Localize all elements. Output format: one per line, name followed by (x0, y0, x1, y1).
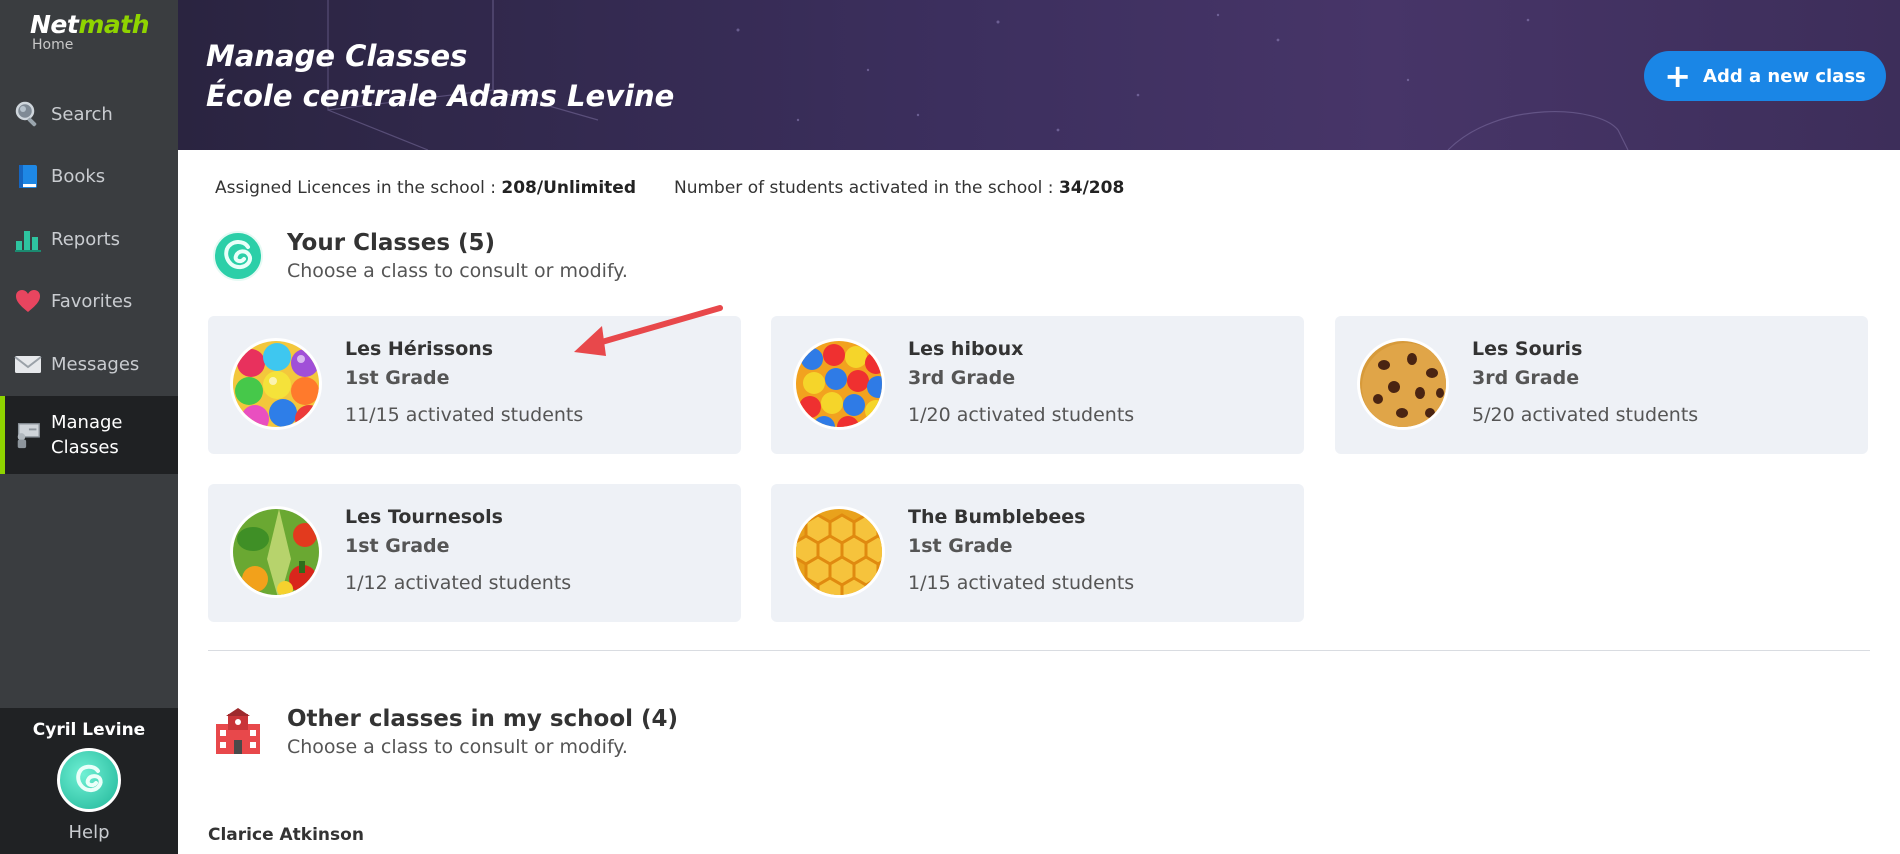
other-classes-header: Other classes in my school (4) Choose a … (212, 706, 678, 758)
licences-stat: Assigned Licences in the school : 208/Un… (215, 178, 636, 198)
annotation-arrow (574, 305, 723, 356)
sidebar-item-manage-classes[interactable]: Manage Classes (0, 396, 178, 474)
class-grade: 3rd Grade (1472, 367, 1580, 389)
page-title-line2: École centrale Adams Levine (206, 79, 675, 113)
class-student-count: 5/20 activated students (1472, 404, 1699, 426)
page-title: Manage Classes École centrale Adams Levi… (206, 36, 674, 116)
class-grade: 1st Grade (345, 535, 450, 557)
class-grade: 1st Grade (345, 367, 450, 389)
page-title-line1: Manage Classes (206, 39, 468, 73)
class-card-les-tournesols[interactable]: Les Tournesols 1st Grade 1/12 activated … (208, 484, 741, 622)
sidebar-item-label: Reports (51, 228, 121, 250)
user-avatar[interactable] (57, 748, 121, 812)
licences-value: 208/Unlimited (501, 178, 636, 198)
sidebar-item-books[interactable]: Books (0, 145, 178, 207)
class-card-the-bumblebees[interactable]: The Bumblebees 1st Grade 1/15 activated … (771, 484, 1304, 622)
class-thumbnail (793, 506, 885, 598)
logo-main: Net (30, 10, 79, 39)
user-name: Cyril Levine (32, 720, 146, 740)
class-student-count: 1/20 activated students (908, 404, 1135, 426)
netmath-logo[interactable]: Netmath Home (30, 10, 150, 53)
class-student-count: 1/15 activated students (908, 572, 1135, 594)
user-panel: Cyril Levine Help (0, 708, 178, 854)
sidebar-item-search[interactable]: Search (0, 83, 178, 145)
class-name: Les Souris (1472, 338, 1583, 360)
licences-label: Assigned Licences in the school : (215, 178, 496, 198)
plus-icon: + (1664, 57, 1692, 95)
search-icon (14, 100, 42, 128)
sidebar: Netmath Home Search Books Reports Favori… (0, 0, 178, 854)
sidebar-item-favorites[interactable]: Favorites (0, 270, 178, 332)
activated-label: Number of students activated in the scho… (674, 178, 1054, 198)
your-classes-header: Your Classes (5) Choose a class to consu… (212, 230, 628, 282)
sidebar-item-label: Books (51, 165, 106, 187)
class-name: Les hiboux (908, 338, 1024, 360)
logo-home-link[interactable]: Home (32, 37, 149, 53)
sidebar-item-reports[interactable]: Reports (0, 208, 178, 270)
class-student-count: 1/12 activated students (345, 572, 572, 594)
classroom-icon (14, 421, 42, 449)
sidebar-item-messages[interactable]: Messages (0, 333, 178, 395)
your-classes-subtitle: Choose a class to consult or modify. (287, 260, 628, 282)
your-classes-title: Your Classes (5) (287, 230, 496, 256)
logo-accent: math (78, 10, 150, 39)
help-link[interactable]: Help (0, 822, 178, 843)
class-grade: 1st Grade (908, 535, 1013, 557)
other-classes-title: Other classes in my school (4) (287, 706, 679, 732)
activated-stat: Number of students activated in the scho… (674, 178, 1124, 198)
heart-icon (14, 287, 42, 315)
class-card-les-hiboux[interactable]: Les hiboux 3rd Grade 1/20 activated stud… (771, 316, 1304, 454)
class-grade: 3rd Grade (908, 367, 1016, 389)
envelope-icon (14, 350, 42, 378)
class-thumbnail (230, 338, 322, 430)
teacher-name: Clarice Atkinson (208, 825, 364, 845)
class-student-count: 11/15 activated students (345, 404, 584, 426)
add-class-button[interactable]: + Add a new class (1644, 51, 1886, 101)
book-icon (14, 162, 42, 190)
sidebar-item-label: Search (51, 103, 113, 125)
netmath-mascot-icon (212, 230, 264, 282)
class-thumbnail (793, 338, 885, 430)
other-classes-subtitle: Choose a class to consult or modify. (287, 736, 628, 758)
sidebar-item-label: Manage Classes (51, 412, 123, 458)
page-banner: Manage Classes École centrale Adams Levi… (178, 0, 1900, 150)
bar-chart-icon (14, 225, 42, 253)
section-divider (208, 650, 1870, 651)
class-name: The Bumblebees (908, 506, 1086, 528)
sidebar-item-label: Messages (51, 353, 140, 375)
class-card-les-souris[interactable]: Les Souris 3rd Grade 5/20 activated stud… (1335, 316, 1868, 454)
activated-value: 34/208 (1058, 178, 1125, 198)
class-thumbnail (230, 506, 322, 598)
sidebar-item-label: Favorites (51, 290, 133, 312)
class-name: Les Hérissons (345, 338, 494, 360)
add-class-label: Add a new class (1703, 65, 1866, 87)
school-building-icon (212, 706, 264, 758)
class-thumbnail (1357, 338, 1449, 430)
class-name: Les Tournesols (345, 506, 503, 528)
